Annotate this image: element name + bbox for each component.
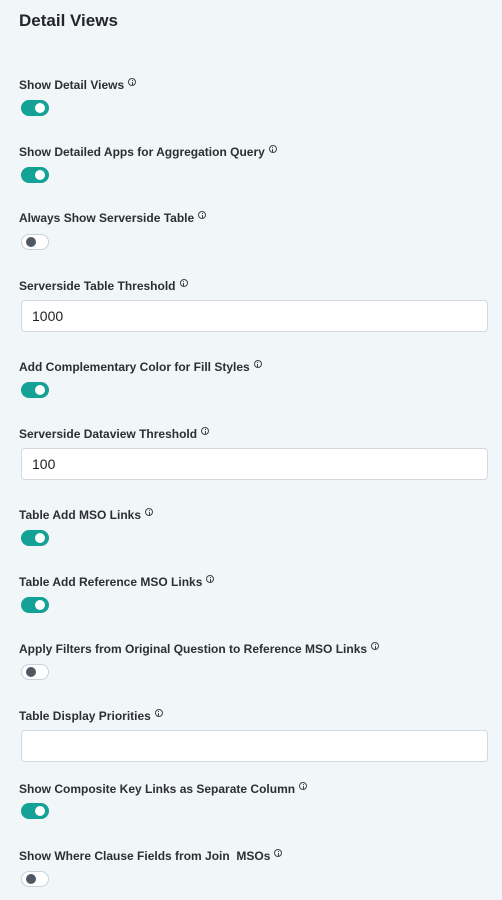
info-icon[interactable] [198,211,207,219]
info-icon[interactable] [206,575,215,583]
toggle-show-composite-key-links[interactable] [21,803,49,819]
toggle-table-add-mso-links[interactable] [21,530,49,546]
toggle-knob [35,170,45,180]
setting-label-add-complementary-color: Add Complementary Color for Fill Styles [19,360,262,374]
toggle-show-detailed-apps[interactable] [21,167,49,183]
setting-label-table-display-priorities: Table Display Priorities [19,709,163,723]
setting-label-text: Apply Filters from Original Question to … [19,642,368,656]
setting-label-text: Serverside Table Threshold [19,279,176,293]
toggle-knob [35,600,45,610]
setting-label-text: Table Display Priorities [19,709,151,723]
setting-label-text: Show Where Clause Fields from Join MSOs [19,849,271,863]
setting-label-text: Show Detailed Apps for Aggregation Query [19,145,265,159]
toggle-show-where-clause-fields[interactable] [21,871,49,887]
toggle-knob [26,237,36,247]
info-icon[interactable] [201,427,210,435]
setting-label-text: Always Show Serverside Table [19,211,195,225]
toggle-show-detail-views[interactable] [21,100,49,116]
setting-label-text: Table Add Reference MSO Links [19,575,203,589]
setting-label-table-add-mso-links: Table Add MSO Links [19,508,154,522]
info-icon[interactable] [268,145,277,153]
setting-label-serverside-dataview-threshold: Serverside Dataview Threshold [19,427,210,441]
toggle-knob [35,533,45,543]
setting-label-table-add-reference-mso-links: Table Add Reference MSO Links [19,575,215,589]
serverside-dataview-threshold-input[interactable] [21,448,488,480]
setting-label-always-show-serverside-table: Always Show Serverside Table [19,211,207,225]
info-icon[interactable] [154,709,163,717]
setting-label-show-where-clause-fields: Show Where Clause Fields from Join MSOs [19,849,283,863]
info-icon[interactable] [145,508,154,516]
toggle-knob [26,667,36,677]
toggle-knob [35,385,45,395]
toggle-table-add-reference-mso-links[interactable] [21,597,49,613]
info-icon[interactable] [179,279,188,287]
section-title: Detail Views [19,11,118,30]
setting-label-show-detailed-apps: Show Detailed Apps for Aggregation Query [19,145,277,159]
toggle-always-show-serverside-table[interactable] [21,234,49,250]
setting-label-serverside-table-threshold: Serverside Table Threshold [19,279,188,293]
setting-label-text: Add Complementary Color for Fill Styles [19,360,250,374]
setting-label-text: Table Add MSO Links [19,508,142,522]
info-icon[interactable] [299,782,308,790]
toggle-apply-filters-reference-mso[interactable] [21,664,49,680]
setting-label-show-detail-views: Show Detail Views [19,78,137,92]
toggle-knob [35,806,45,816]
info-icon[interactable] [253,360,262,368]
table-display-priorities-input[interactable] [21,730,488,762]
info-icon[interactable] [274,849,283,857]
setting-label-apply-filters-reference-mso: Apply Filters from Original Question to … [19,642,380,656]
toggle-knob [26,874,36,884]
setting-label-text: Show Detail Views [19,78,125,92]
toggle-knob [35,103,45,113]
setting-label-text: Serverside Dataview Threshold [19,427,198,441]
setting-label-text: Show Composite Key Links as Separate Col… [19,782,296,796]
info-icon[interactable] [128,78,137,86]
toggle-add-complementary-color[interactable] [21,382,49,398]
serverside-table-threshold-input[interactable] [21,300,488,332]
info-icon[interactable] [371,642,380,650]
setting-label-show-composite-key-links: Show Composite Key Links as Separate Col… [19,782,308,796]
